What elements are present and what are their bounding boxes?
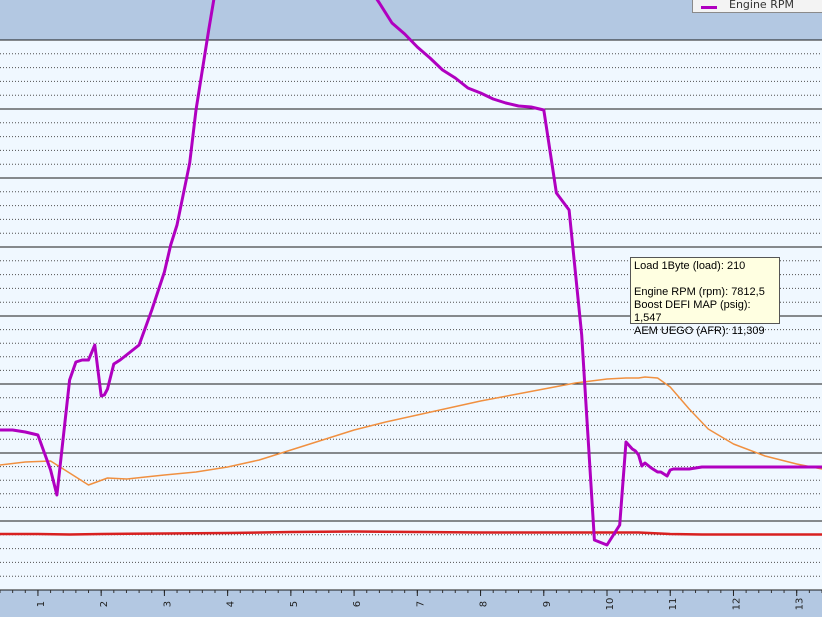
x-tick-label: 9	[542, 601, 553, 607]
x-tick-label: 2	[99, 601, 110, 607]
x-tick-label: 10	[605, 598, 616, 611]
x-tick-label: 5	[289, 601, 300, 607]
tooltip-load: Load 1Byte (load): 210	[634, 260, 746, 272]
x-tick-label: 13	[795, 598, 806, 611]
x-tick-label: 12	[731, 598, 742, 611]
tooltip-rpm: Engine RPM (rpm): 7812,5	[634, 286, 765, 298]
x-tick-label: 11	[668, 598, 679, 611]
x-tick-label: 3	[162, 601, 173, 607]
tooltip-boost: Boost DEFI MAP (psig): 1,547	[634, 299, 751, 324]
x-tick-label: 7	[415, 601, 426, 607]
x-tick-label: 1	[36, 601, 47, 607]
tooltip-afr: AEM UEGO (AFR): 11,309	[634, 325, 765, 337]
x-tick-label: 4	[226, 601, 237, 607]
x-axis: 1 2 3 4 5 6 7 8 9 10 11 12 13	[0, 589, 822, 611]
x-tick-label: 6	[352, 601, 363, 607]
data-tooltip: Load 1Byte (load): 210 Engine RPM (rpm):…	[630, 257, 780, 337]
x-tick-label: 8	[479, 601, 490, 607]
